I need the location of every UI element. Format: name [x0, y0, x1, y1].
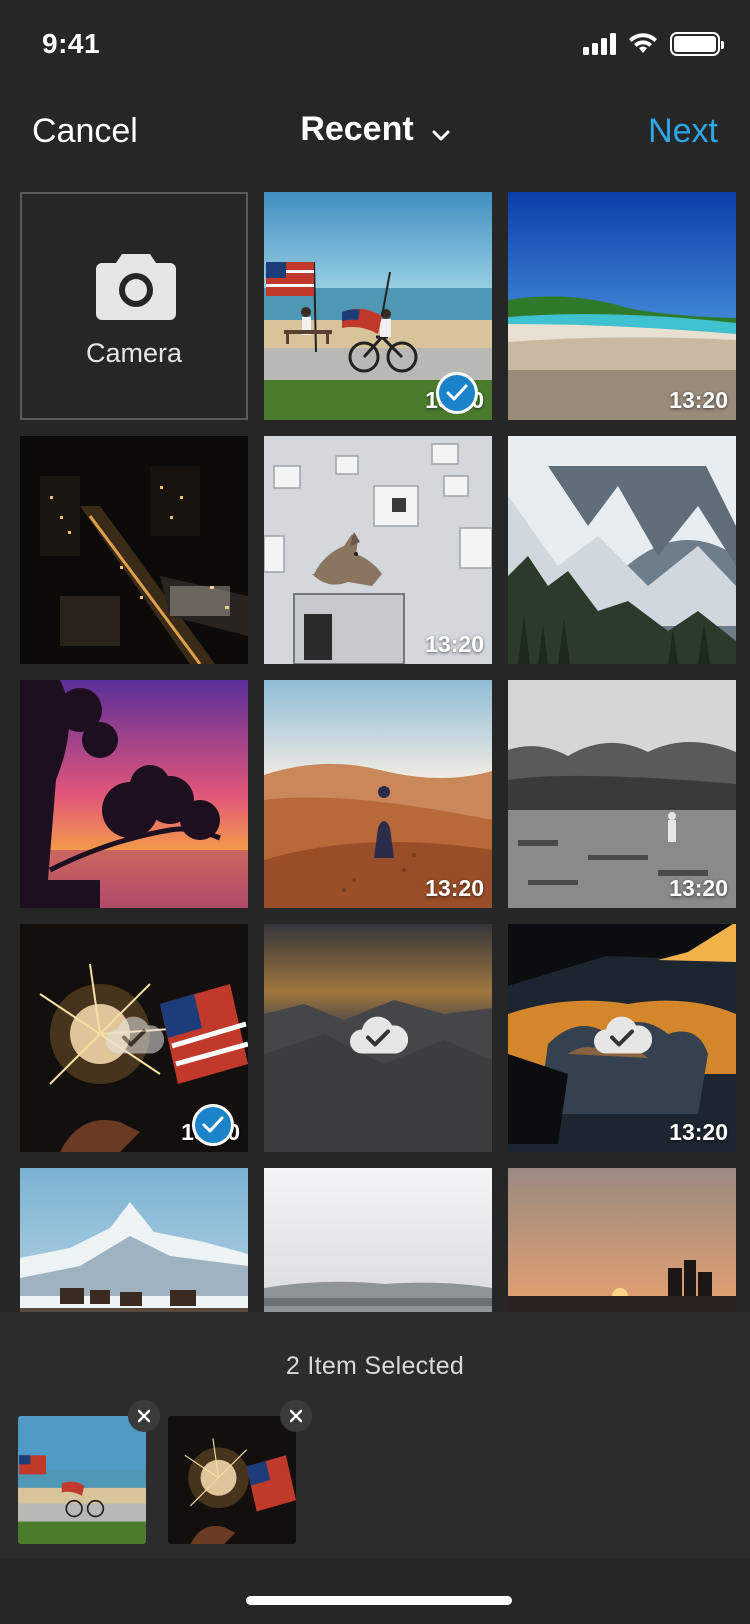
icloud-download-icon[interactable]	[592, 1016, 653, 1061]
photo-tile[interactable]: 13:20	[264, 680, 492, 908]
camera-tile[interactable]: Camera	[20, 192, 248, 420]
photo-time: 13:20	[669, 387, 728, 413]
photo-tile[interactable]: 13:20	[264, 192, 492, 420]
photo-tile[interactable]: 13:20	[20, 924, 248, 1152]
photo-time: 13:20	[425, 875, 484, 901]
next-button[interactable]: Next	[648, 112, 718, 151]
photo-thumbnail	[508, 436, 736, 664]
selected-thumbnail[interactable]	[18, 1416, 146, 1544]
cellular-signal-icon	[583, 33, 616, 55]
photo-thumbnail	[508, 1168, 736, 1312]
album-title: Recent	[300, 110, 414, 148]
icloud-download-icon[interactable]	[104, 1016, 165, 1061]
selected-check-icon[interactable]	[192, 1104, 234, 1146]
status-bar: 9:41	[0, 0, 750, 88]
photo-tile[interactable]	[20, 680, 248, 908]
photo-tile[interactable]	[20, 1168, 248, 1312]
photo-time: 13:20	[669, 875, 728, 901]
photo-thumbnail	[20, 680, 248, 908]
home-bar-area	[0, 1558, 750, 1624]
photo-thumbnail	[264, 1168, 492, 1312]
icloud-download-icon[interactable]	[348, 1016, 409, 1061]
photo-grid: Camera 13:20 13:20 13:20 13:20 13:20	[0, 192, 750, 1312]
nav-bar: Cancel Recent Next	[0, 96, 750, 168]
battery-icon	[670, 32, 724, 56]
photo-tile[interactable]	[508, 1168, 736, 1312]
album-selector[interactable]: Recent	[0, 110, 750, 151]
photo-tile[interactable]: 13:20	[508, 924, 736, 1152]
home-indicator[interactable]	[246, 1596, 512, 1605]
status-time: 9:41	[42, 28, 101, 59]
photo-thumbnail	[508, 680, 736, 908]
photo-tile[interactable]	[264, 1168, 492, 1312]
photo-time: 13:20	[425, 631, 484, 657]
photo-time: 13:20	[669, 1119, 728, 1145]
photo-tile[interactable]	[20, 436, 248, 664]
camera-label: Camera	[85, 338, 183, 368]
camera-icon	[96, 254, 176, 320]
selection-count: 2 Item Selected	[285, 1352, 465, 1380]
photo-tile[interactable]: 13:20	[264, 436, 492, 664]
photo-tile[interactable]	[508, 436, 736, 664]
photo-thumbnail	[18, 1416, 146, 1544]
selected-check-icon[interactable]	[436, 372, 478, 414]
remove-selection-button[interactable]	[128, 1400, 160, 1432]
status-icons	[583, 32, 724, 56]
wifi-icon	[629, 33, 657, 53]
photo-thumbnail	[508, 192, 736, 420]
photo-thumbnail	[264, 436, 492, 664]
selection-panel: 2 Item Selected	[0, 1312, 750, 1558]
photo-thumbnail	[264, 680, 492, 908]
chevron-down-icon	[432, 112, 450, 151]
close-icon	[289, 1409, 303, 1423]
remove-selection-button[interactable]	[280, 1400, 312, 1432]
selected-thumbnail[interactable]	[168, 1416, 296, 1544]
photo-thumbnail	[20, 436, 248, 664]
close-icon	[137, 1409, 151, 1423]
photo-tile[interactable]: 13:20	[508, 192, 736, 420]
photo-thumbnail	[20, 1168, 248, 1312]
photo-thumbnail	[168, 1416, 296, 1544]
photo-tile[interactable]	[264, 924, 492, 1152]
photo-tile[interactable]: 13:20	[508, 680, 736, 908]
